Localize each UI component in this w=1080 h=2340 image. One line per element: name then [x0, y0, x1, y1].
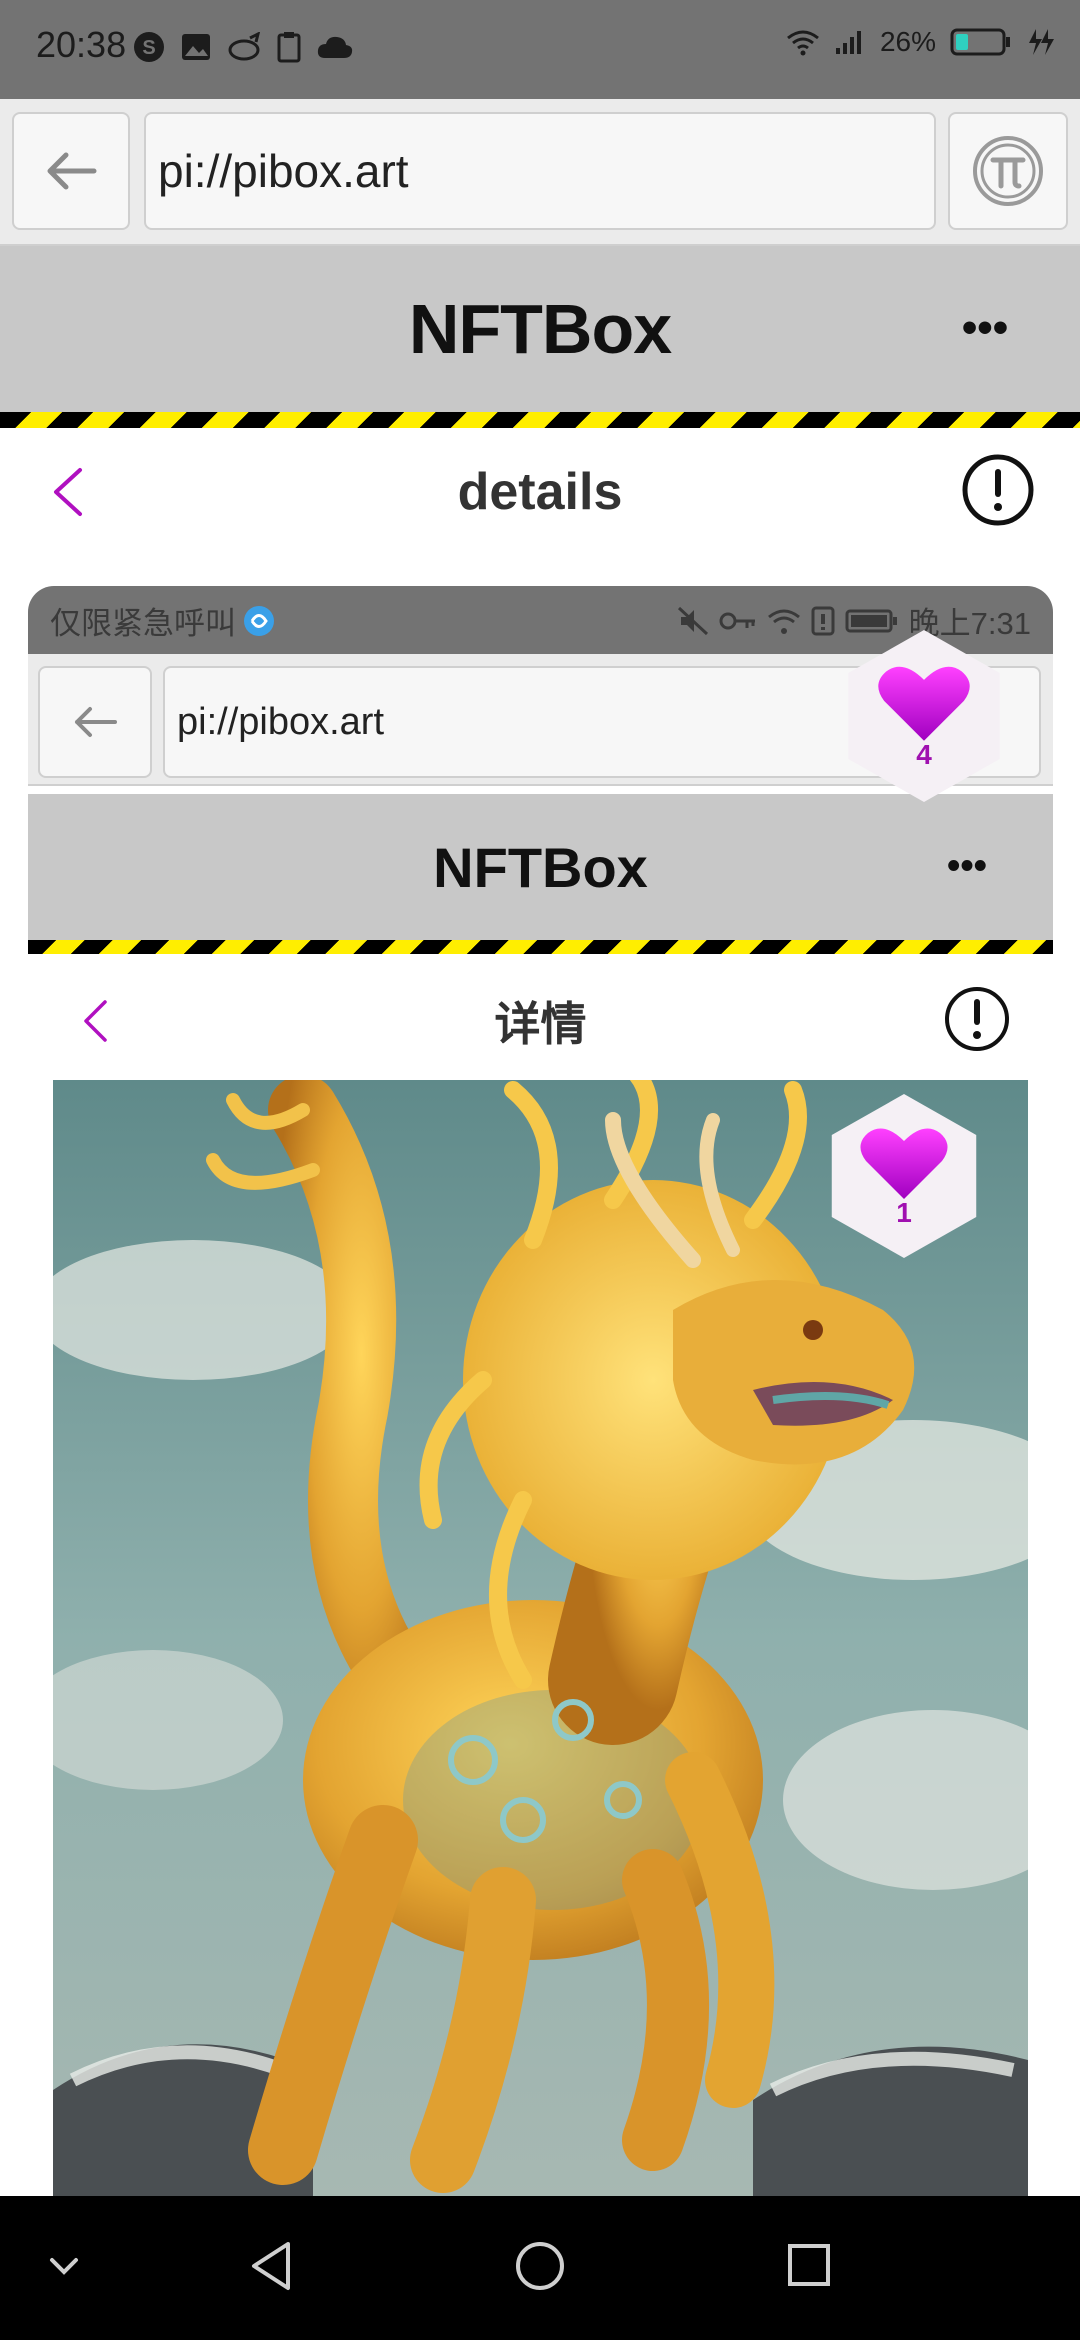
info-icon: [962, 454, 1034, 526]
hazard-stripe-divider: [0, 412, 1080, 428]
svg-text:S: S: [142, 37, 155, 59]
mute-icon: [677, 606, 708, 635]
inner-like-count: 1: [896, 1197, 912, 1228]
details-title: details: [457, 463, 623, 521]
inner-status-left: 仅限紧急呼叫: [50, 598, 276, 643]
like-count: 4: [916, 739, 932, 770]
s-icon: S: [134, 32, 164, 62]
inner-wifi-icon: [767, 609, 800, 634]
browser-back-button[interactable]: [12, 112, 130, 230]
pi-browser-button[interactable]: [948, 112, 1068, 230]
url-input[interactable]: pi://pibox.art: [144, 112, 936, 230]
chevron-down-icon: [50, 2258, 78, 2275]
nav-home-button[interactable]: [514, 2240, 566, 2297]
charging-icon: [1029, 29, 1054, 55]
clipboard-icon: [277, 32, 301, 63]
wifi-icon: [787, 30, 819, 56]
inner-more-options: •••: [947, 844, 987, 887]
inner-app-title: NFTBox: [433, 835, 648, 899]
battery-icon: [950, 28, 1010, 56]
inner-details-title: 详情: [494, 998, 587, 1050]
nav-recents-button[interactable]: [786, 2242, 832, 2293]
heart-icon: [878, 666, 970, 741]
home-circle-icon: [516, 2242, 564, 2290]
image-icon: [182, 34, 210, 60]
inner-battery-icon: [845, 609, 897, 632]
back-triangle-icon: [252, 2242, 290, 2290]
app-title: NFTBox: [408, 290, 672, 368]
embedded-screenshot: 仅限紧急呼叫 晚上7:31 pi://pibox.art NFTBox ••• …: [28, 586, 1053, 2196]
inner-sim-alert-icon: [811, 606, 835, 635]
inner-status-right: 晚上7:31: [677, 598, 1031, 643]
inner-info-icon: [945, 987, 1009, 1051]
nav-back-button[interactable]: [248, 2240, 294, 2297]
more-options-button[interactable]: •••: [950, 300, 1020, 356]
inner-status-text: 仅限紧急呼叫: [50, 606, 236, 641]
inner-app-icon: [244, 605, 274, 636]
inner-back-button: [38, 666, 152, 778]
key-icon: [719, 612, 755, 629]
cloud-icon: [317, 36, 353, 58]
recents-square-icon: [788, 2244, 830, 2286]
inner-arrow-left-icon: [75, 707, 117, 737]
inner-info-icon-wrap: [942, 984, 1012, 1054]
battery-percent: 26%: [879, 26, 936, 57]
nav-collapse-button[interactable]: [46, 2252, 82, 2285]
inner-hazard-stripe: [28, 940, 1053, 954]
status-time: 20:38: [36, 24, 127, 65]
status-icons-left: S: [132, 30, 354, 64]
bird-icon: [228, 32, 261, 61]
nft-artwork-image: [53, 1080, 1028, 2196]
heart-icon: [860, 1128, 948, 1199]
status-icons-right: 26%: [786, 26, 1056, 58]
info-button[interactable]: [960, 452, 1036, 528]
golden-dragon-illustration: [53, 1080, 1028, 2196]
arrow-left-icon: [47, 152, 97, 190]
signal-icon: [835, 31, 861, 54]
pi-logo-icon: [973, 136, 1043, 206]
